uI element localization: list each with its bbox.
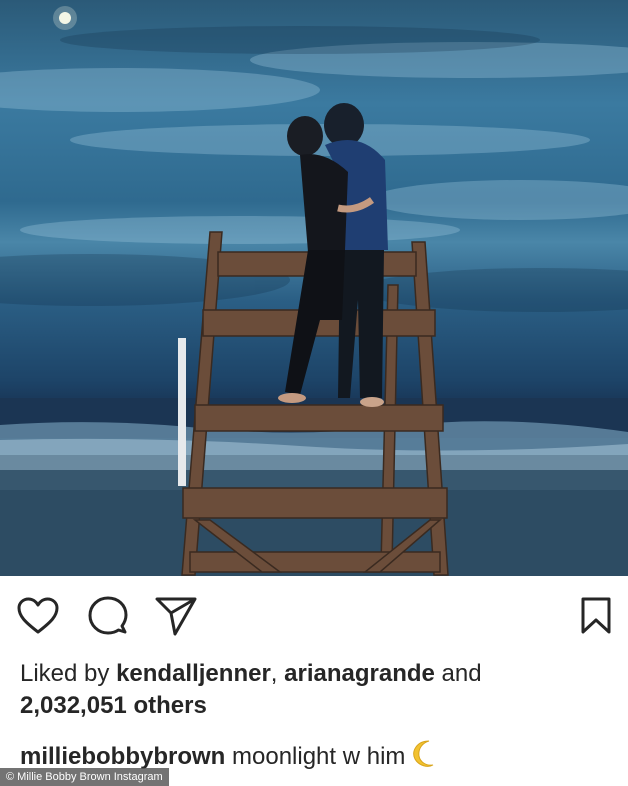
likes-count[interactable]: 2,032,051 others (20, 692, 207, 719)
rescue-tube (178, 338, 186, 486)
heart-icon (17, 597, 59, 640)
likes-prefix: Liked by (20, 660, 117, 687)
photo-credit: © Millie Bobby Brown Instagram (0, 768, 169, 786)
like-button[interactable] (16, 596, 60, 640)
likes-separator: , (270, 660, 285, 687)
share-icon (155, 596, 197, 641)
crescent-moon-icon (411, 738, 441, 777)
likes-line: Liked by kendalljenner, arianagrande and… (20, 658, 610, 722)
bookmark-icon (580, 596, 612, 641)
share-button[interactable] (154, 596, 198, 640)
photo-scene (0, 6, 628, 576)
likes-and: and (434, 660, 482, 687)
comment-button[interactable] (86, 596, 130, 640)
caption-username[interactable]: milliebobbybrown (20, 743, 225, 770)
save-button[interactable] (574, 596, 618, 640)
post-photo[interactable] (0, 0, 628, 576)
liker-username-2[interactable]: arianagrande (284, 660, 435, 687)
comment-icon (88, 596, 128, 641)
post-action-bar (0, 590, 628, 646)
liker-username-1[interactable]: kendalljenner (116, 660, 271, 687)
caption-text: moonlight w him (225, 743, 406, 770)
